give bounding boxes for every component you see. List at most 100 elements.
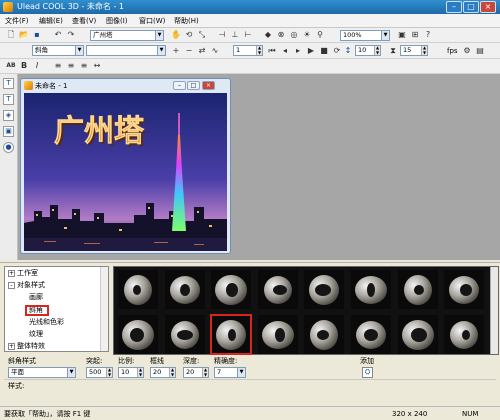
next-frame-icon[interactable]: ▸	[292, 45, 304, 57]
italic-icon[interactable]: I	[31, 60, 43, 72]
bold-icon[interactable]: B	[18, 60, 30, 72]
minimize-button[interactable]: –	[446, 1, 462, 13]
bevel-thumbnail[interactable]	[444, 270, 485, 309]
bevel-thumbnail[interactable]	[118, 270, 158, 309]
bevel-style-combo[interactable]: 平面 ▼	[8, 367, 76, 378]
svg-text:广州塔: 广州塔	[54, 114, 145, 149]
tree-item-gallery[interactable]: 画廊	[29, 293, 43, 302]
protrude-spinner[interactable]: 500 ▲ ▼	[86, 367, 113, 378]
bevel-thumbnail[interactable]	[211, 270, 252, 309]
zoom-combo[interactable]: 100% ▼	[340, 30, 390, 41]
status-numlock: NUM	[462, 410, 479, 418]
tree-item-global-effects[interactable]: + 整体特效	[8, 342, 45, 351]
smooth-icon[interactable]: ∿	[209, 45, 221, 57]
tree-item-studio[interactable]: + 工作室	[8, 269, 38, 278]
spacing-icon[interactable]: ↔	[91, 60, 103, 72]
resize-icon[interactable]: ⤡	[196, 29, 208, 41]
delete-key-icon[interactable]: −	[183, 45, 195, 57]
frame-spinner[interactable]: 1 ▲ ▼	[233, 45, 263, 56]
align-center-icon[interactable]: ⊥	[229, 29, 241, 41]
insert-graphic-icon[interactable]: ▣	[3, 126, 14, 137]
timer-icon: ⧗	[390, 46, 396, 55]
text-icon[interactable]: AB	[5, 60, 17, 72]
lock-icon[interactable]: ⊗	[275, 29, 287, 41]
bevel-thumbnail[interactable]	[444, 315, 485, 354]
rotate-icon[interactable]: ⟲	[183, 29, 195, 41]
bevel-thumbnail[interactable]	[397, 270, 438, 309]
prev-frame-icon[interactable]: ◂	[279, 45, 291, 57]
align-right-icon[interactable]: ⊢	[242, 29, 254, 41]
status-canvas-size: 320 x 240	[392, 410, 428, 418]
zoom-icon[interactable]: ⚲	[314, 29, 326, 41]
bevel-thumbnail[interactable]	[210, 314, 253, 355]
grid-icon[interactable]: ⊞	[409, 29, 421, 41]
add-to-gallery-icon[interactable]: ⛭	[362, 367, 373, 378]
fit-icon[interactable]: ▣	[396, 29, 408, 41]
render-canvas[interactable]: 广州塔 广州塔	[24, 93, 227, 251]
light-icon[interactable]: ☀	[301, 29, 313, 41]
tree-scrollbar[interactable]	[100, 267, 108, 351]
new-icon[interactable]: 🗋	[5, 29, 17, 41]
settings-icon[interactable]: ⚙	[461, 45, 473, 57]
menu-window[interactable]: 窗口(W)	[139, 16, 165, 26]
precision-combo[interactable]: 7 ▼	[214, 367, 246, 378]
doc-maximize-button[interactable]: □	[187, 81, 200, 90]
menu-image[interactable]: 图像(I)	[106, 16, 128, 26]
save-icon[interactable]: ▪	[31, 29, 43, 41]
insert-geometry-icon[interactable]: ●	[3, 142, 14, 153]
move-icon[interactable]: ✋	[170, 29, 182, 41]
bevel-thumbnail[interactable]	[164, 270, 205, 309]
text-align-left-icon[interactable]: ≡	[52, 60, 64, 72]
bevel-thumbnail[interactable]	[304, 315, 345, 354]
preview-icon[interactable]: ▤	[474, 45, 486, 57]
tree-item-texture[interactable]: 纹理	[29, 330, 43, 339]
insert-shape-icon[interactable]: ◈	[3, 110, 14, 121]
play-icon[interactable]: ▶	[305, 45, 317, 57]
preset-combo[interactable]: ▼	[86, 45, 166, 56]
bevel-thumbnail[interactable]	[351, 315, 391, 354]
font-combo[interactable]: 广州塔 ▼	[90, 30, 164, 41]
close-button[interactable]: ×	[480, 1, 496, 13]
first-frame-icon[interactable]: ⏮	[266, 45, 278, 57]
tree-item-light-color[interactable]: 光线和色彩	[29, 318, 64, 327]
fps-spinner[interactable]: 15 ▲ ▼	[400, 45, 428, 56]
bevel-thumbnail-gallery	[113, 266, 499, 355]
reverse-icon[interactable]: ⇄	[196, 45, 208, 57]
3d-title-text[interactable]: 广州塔 广州塔	[54, 114, 147, 151]
bevel-thumbnail[interactable]	[257, 270, 298, 309]
bevel-thumbnail[interactable]	[397, 315, 438, 354]
text-align-right-icon[interactable]: ≡	[78, 60, 90, 72]
stop-icon[interactable]: ■	[318, 45, 330, 57]
tree-item-object-style[interactable]: - 对象样式	[8, 281, 45, 290]
bevel-thumbnail[interactable]	[351, 270, 391, 309]
undo-icon[interactable]: ↶	[52, 29, 64, 41]
edit-text-icon[interactable]: T	[3, 94, 14, 105]
camera-icon[interactable]: ◎	[288, 29, 300, 41]
menu-file[interactable]: 文件(F)	[5, 16, 29, 26]
add-key-icon[interactable]: +	[170, 45, 182, 57]
text-align-center-icon[interactable]: ≡	[65, 60, 77, 72]
gallery-scrollbar[interactable]	[490, 267, 498, 354]
depth-spinner[interactable]: 20 ▲ ▼	[183, 367, 209, 378]
maximize-button[interactable]: □	[463, 1, 479, 13]
open-icon[interactable]: 📂	[18, 29, 30, 41]
insert-text-icon[interactable]: T	[3, 78, 14, 89]
scale-spinner[interactable]: 10 ▲ ▼	[118, 367, 144, 378]
menu-help[interactable]: 帮助(H)	[174, 16, 199, 26]
style-divider	[4, 379, 496, 380]
bevel-thumbnail[interactable]	[118, 315, 158, 354]
redo-icon[interactable]: ↷	[65, 29, 77, 41]
help-icon[interactable]: ?	[422, 29, 434, 41]
bevel-thumbnail[interactable]	[164, 315, 205, 354]
style-combo[interactable]: 斜角 ▼	[32, 45, 84, 56]
menu-edit[interactable]: 编辑(E)	[39, 16, 63, 26]
bevel-thumbnail[interactable]	[257, 315, 298, 354]
border-spinner[interactable]: 20 ▲ ▼	[150, 367, 176, 378]
frames-count-spinner[interactable]: 10 ▲ ▼	[355, 45, 381, 56]
object-icon[interactable]: ◆	[262, 29, 274, 41]
bevel-thumbnail[interactable]	[304, 270, 345, 309]
menu-view[interactable]: 查看(V)	[72, 16, 96, 26]
align-left-icon[interactable]: ⊣	[216, 29, 228, 41]
doc-minimize-button[interactable]: –	[173, 81, 186, 90]
doc-close-button[interactable]: ×	[202, 81, 215, 90]
